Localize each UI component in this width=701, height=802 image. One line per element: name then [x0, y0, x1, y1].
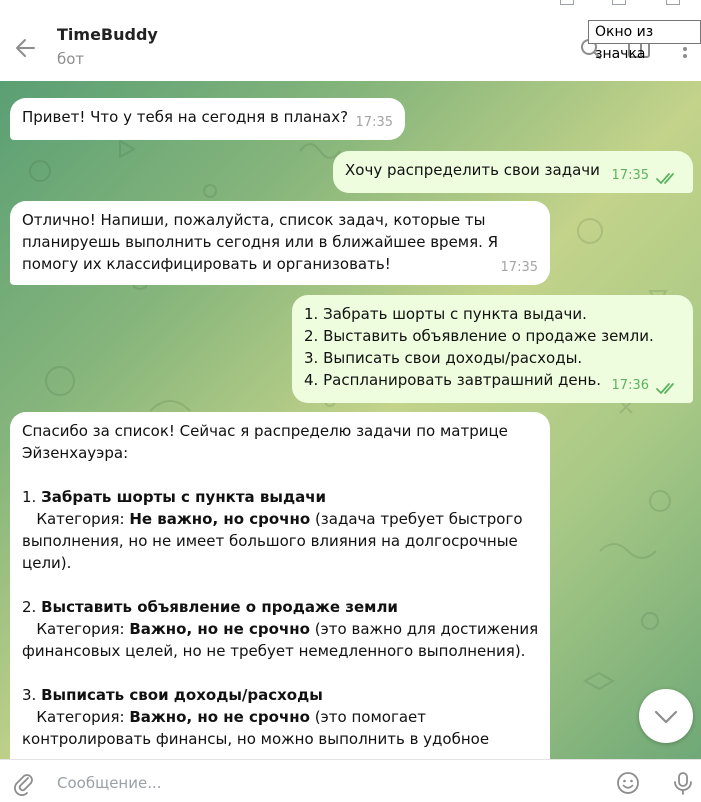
- window-close-button[interactable]: [666, 0, 680, 5]
- chat-area[interactable]: Привет! Что у тебя на сегодня в планах? …: [0, 81, 701, 759]
- message-incoming[interactable]: Привет! Что у тебя на сегодня в планах? …: [10, 98, 405, 140]
- task-number: 3.: [22, 686, 37, 704]
- message-text-line: планируешь выполнить сегодня или в ближа…: [22, 233, 499, 251]
- message-text-line: 3. Выписать свои доходы/расходы.: [304, 349, 583, 367]
- message-composer: Сообщение...: [0, 759, 701, 802]
- category-value: Важно, но не срочно: [129, 708, 310, 726]
- chat-title[interactable]: TimeBuddy: [57, 25, 158, 44]
- task-item-title-line: 3. Выписать свои доходы/расходы: [22, 684, 538, 706]
- message-text-line: выполнения, но не имеет большого влияния…: [22, 532, 518, 550]
- message-incoming[interactable]: Отлично! Напиши, пожалуйста, список зада…: [10, 201, 550, 285]
- window-maximize-button[interactable]: [612, 0, 626, 5]
- message-text-line: контролировать финансы, но можно выполни…: [22, 730, 490, 748]
- window-minimize-button[interactable]: [560, 0, 574, 5]
- message-outgoing[interactable]: 1. Забрать шорты с пункта выдачи. 2. Выс…: [292, 295, 693, 403]
- task-item-title-line: 2. Выставить объявление о продаже земли: [22, 596, 538, 618]
- message-time: 17:35: [611, 168, 649, 183]
- category-label: Категория:: [36, 708, 125, 726]
- task-number: 2.: [22, 598, 37, 616]
- message-text-line: помогу их классифицировать и организоват…: [22, 255, 391, 273]
- window-title-strip: [0, 0, 701, 14]
- task-category-line: Категория: Важно, но не срочно (это помо…: [22, 706, 538, 728]
- chat-subtitle: бот: [57, 50, 85, 68]
- message-text-line: Спасибо за список! Сейчас я распределю з…: [22, 422, 508, 440]
- task-title: Забрать шорты с пункта выдачи: [41, 488, 326, 506]
- category-description: (это помогает: [309, 708, 426, 726]
- message-time: 17:35: [355, 115, 393, 130]
- category-description: (задача требует быстрого: [310, 510, 523, 528]
- message-time: 17:35: [500, 260, 538, 275]
- category-label: Категория:: [36, 510, 125, 528]
- message-input[interactable]: Сообщение...: [57, 774, 162, 792]
- paperclip-icon[interactable]: [10, 770, 36, 796]
- message-text-line: 1. Забрать шорты с пункта выдачи.: [304, 305, 587, 323]
- category-value: Не важно, но срочно: [129, 510, 311, 528]
- task-item-title-line: 1. Забрать шорты с пункта выдачи: [22, 486, 538, 508]
- task-category-line: Категория: Не важно, но срочно (задача т…: [22, 508, 538, 530]
- emoji-icon[interactable]: [615, 770, 641, 796]
- read-checkmarks-icon: [656, 173, 674, 185]
- message-text-line: цели).: [22, 554, 72, 572]
- message-time: 17:36: [611, 378, 649, 393]
- category-value: Важно, но не срочно: [129, 620, 310, 638]
- message-text-line: финансовых целей, но не требует немедлен…: [22, 642, 526, 660]
- tooltip: Окно из значка: [588, 20, 701, 62]
- message-text-line: Эйзенхауэра:: [22, 444, 129, 462]
- message-incoming-long[interactable]: Спасибо за список! Сейчас я распределю з…: [10, 412, 550, 759]
- category-description: (это важно для достижения: [309, 620, 539, 638]
- task-title: Выписать свои доходы/расходы: [41, 686, 323, 704]
- scroll-to-bottom-button[interactable]: [639, 689, 693, 743]
- task-title: Выставить объявление о продаже земли: [41, 598, 398, 616]
- chevron-down-icon: [654, 710, 678, 724]
- read-checkmarks-icon: [656, 383, 674, 395]
- back-arrow-icon[interactable]: [10, 34, 42, 62]
- task-number: 1.: [22, 488, 37, 506]
- message-outgoing[interactable]: Хочу распределить свои задачи 17:35: [333, 151, 693, 193]
- message-text: Привет! Что у тебя на сегодня в планах?: [22, 108, 349, 126]
- task-category-line: Категория: Важно, но не срочно (это важн…: [22, 618, 538, 640]
- microphone-icon[interactable]: [670, 770, 696, 796]
- message-text-line: Отлично! Напиши, пожалуйста, список зада…: [22, 211, 486, 229]
- message-text-line: 2. Выставить объявление о продаже земли.: [304, 327, 654, 345]
- category-label: Категория:: [36, 620, 125, 638]
